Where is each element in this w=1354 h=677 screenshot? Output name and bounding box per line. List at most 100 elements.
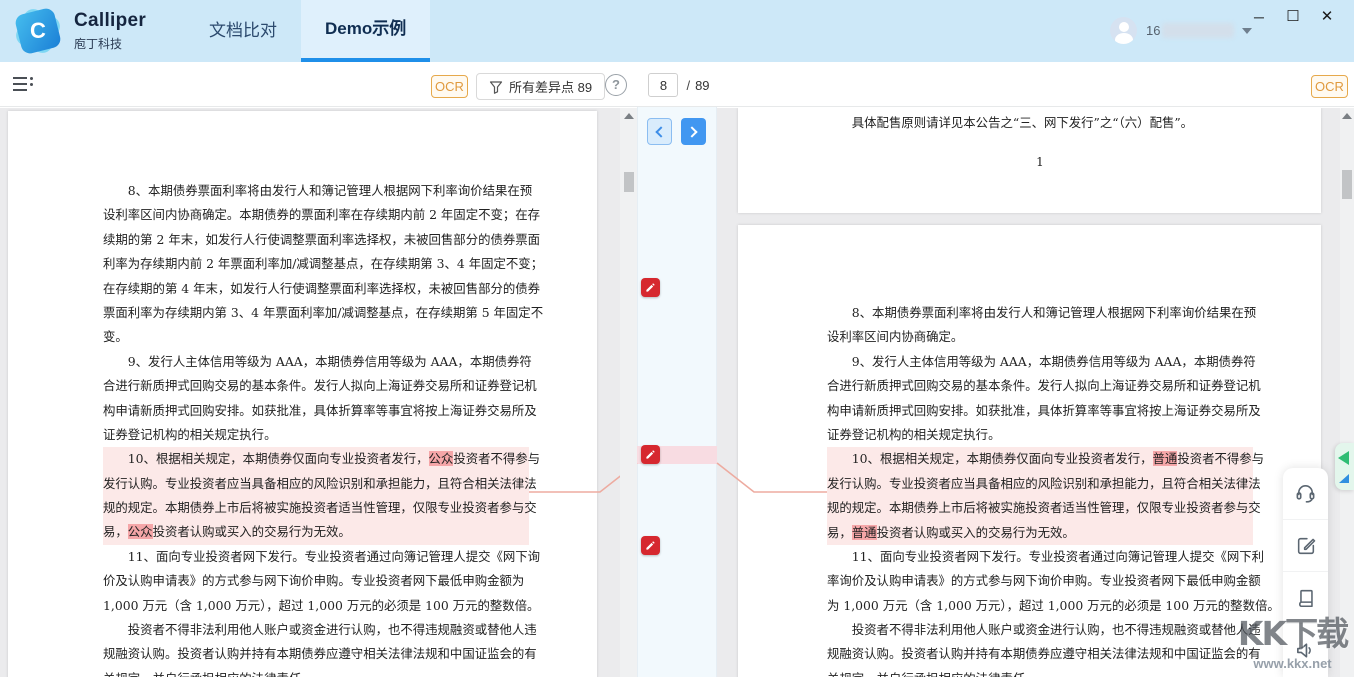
ocr-button-right[interactable]: OCR bbox=[1311, 75, 1348, 98]
ocr-button-left[interactable]: OCR bbox=[431, 75, 468, 98]
doc-line: 投资者不得非法利用他人账户或资金进行认购，也不得违规融资或替他人违 bbox=[103, 618, 529, 642]
doc-line: 8、本期债券票面利率将由发行人和簿记管理人根据网下利率询价结果在预 bbox=[103, 179, 529, 203]
doc-line: 合进行新质押式回购交易的基本条件。发行人拟向上海证券交易所和证券登记机 bbox=[103, 374, 529, 398]
left-document-panel: 8、本期债券票面利率将由发行人和簿记管理人根据网下利率询价结果在预设利率区间内协… bbox=[0, 108, 620, 677]
app-logo-icon: C bbox=[15, 8, 61, 54]
blue-corner-icon bbox=[1339, 474, 1349, 483]
doc-line: 利率为存续期内前 2 年票面利率加/减调整基点，在存续期第 3、4 年固定不变； bbox=[103, 252, 529, 276]
doc-line: 在存续期的第 4 年末，如发行人行使调整票面利率选择权，未被回售部分的债券 bbox=[103, 277, 529, 301]
window-maximize-button[interactable]: ☐ bbox=[1276, 4, 1310, 30]
diff-marker-pencil-icon[interactable] bbox=[641, 278, 660, 297]
right-document-page-1: 具体配售原则请详见本公告之“三、网下发行”之“（六）配售”。 1 bbox=[738, 108, 1321, 213]
doc-line: 规的规定。本期债券上市后将被实施投资者适当性管理，仅限专业投资者参与交 bbox=[827, 496, 1253, 520]
doc-line: 1,000 万元（含 1,000 万元），超过 1,000 万元的必须是 100… bbox=[103, 594, 529, 618]
customer-service-icon bbox=[1294, 482, 1317, 505]
brand-subtitle: 庖丁科技 bbox=[74, 35, 146, 52]
help-icon[interactable]: ? bbox=[605, 74, 627, 96]
diff-marker-pencil-icon[interactable] bbox=[641, 445, 660, 464]
floating-side-toolbar bbox=[1283, 468, 1328, 677]
diff-gutter bbox=[637, 107, 717, 677]
right-scrollbar-thumb[interactable] bbox=[1342, 170, 1352, 199]
green-arrow-icon bbox=[1338, 451, 1349, 465]
doc-line: 投资者不得非法利用他人账户或资金进行认购，也不得违规融资或替他人违 bbox=[827, 618, 1253, 642]
doc-line: 9、发行人主体信用等级为 AAA，本期债券信用等级为 AAA，本期债券符 bbox=[827, 350, 1253, 374]
tab-doc-compare[interactable]: 文档比对 bbox=[185, 0, 301, 62]
doc-line: 变。 bbox=[103, 325, 529, 349]
window-minimize-button[interactable]: ─ bbox=[1242, 4, 1276, 30]
page-total: 89 bbox=[695, 78, 709, 93]
diff-list-icon[interactable] bbox=[13, 77, 35, 93]
brand-name: Calliper bbox=[74, 10, 146, 32]
doc-line: 发行认购。专业投资者应当具备相应的风险识别和承担能力，且符合相关法律法 bbox=[827, 472, 1253, 496]
doc-line: 设利率区间内协商确定。本期债券的票面利率在存续期内前 2 年固定不变；在存 bbox=[103, 203, 529, 227]
doc-line: 合进行新质押式回购交易的基本条件。发行人拟向上海证券交易所和证券登记机 bbox=[827, 374, 1253, 398]
doc-line: 规融资认购。投资者认购并持有本期债券应遵守相关法律法规和中国证监会的有 bbox=[827, 642, 1253, 666]
diff-highlighted-word: 公众 bbox=[429, 451, 454, 466]
doc-line: 9、发行人主体信用等级为 AAA，本期债券信用等级为 AAA，本期债券符 bbox=[103, 350, 529, 374]
doc-line: 11、面向专业投资者网下发行。专业投资者通过向簿记管理人提交《网下询 bbox=[103, 545, 529, 569]
app-header: C Calliper 庖丁科技 文档比对 Demo示例 16 ─ ☐ ✕ bbox=[0, 0, 1354, 62]
logo-letter: C bbox=[15, 8, 61, 54]
doc-line: 具体配售原则请详见本公告之“三、网下发行”之“（六）配售”。 bbox=[827, 111, 1253, 135]
funnel-icon bbox=[489, 80, 503, 94]
doc-line: 设利率区间内协商确定。 bbox=[827, 325, 1253, 349]
doc-line: 发行认购。专业投资者应当具备相应的风险识别和承担能力，且符合相关法律法 bbox=[103, 472, 529, 496]
page-number-footer: 1 bbox=[827, 150, 1253, 174]
page-separator: / bbox=[686, 78, 690, 93]
doc-line: 关规定，并自行承担相应的法律责任。 bbox=[827, 667, 1253, 677]
doc-line: 率询价及认购申请表》的方式参与网下询价申购。专业投资者网下最低申购金额 bbox=[827, 569, 1253, 593]
diff-filter-button[interactable]: 所有差异点 89 bbox=[476, 73, 605, 100]
diff-highlighted-word: 普通 bbox=[1153, 451, 1178, 466]
manual-icon bbox=[1295, 587, 1317, 609]
announcement-icon bbox=[1294, 639, 1317, 662]
doc-line: 易，普通投资者认购或买入的交易行为无效。 bbox=[827, 521, 1253, 545]
right-scrollbar[interactable] bbox=[1340, 108, 1354, 677]
scroll-up-icon[interactable] bbox=[1342, 113, 1352, 119]
diff-highlighted-word: 普通 bbox=[852, 525, 877, 540]
next-diff-button[interactable] bbox=[681, 118, 706, 145]
toolbar: OCR 所有差异点 89 ? / 89 OCR bbox=[0, 62, 1354, 107]
window-close-button[interactable]: ✕ bbox=[1310, 4, 1344, 30]
user-menu[interactable]: 16 bbox=[1110, 17, 1252, 44]
tab-demo[interactable]: Demo示例 bbox=[301, 0, 430, 62]
doc-line: 10、根据相关规定，本期债券仅面向专业投资者发行，公众投资者不得参与 bbox=[103, 447, 529, 471]
doc-line: 价及认购申请表》的方式参与网下询价申购。专业投资者网下最低申购金额为 bbox=[103, 569, 529, 593]
doc-line: 证券登记机构的相关规定执行。 bbox=[827, 423, 1253, 447]
left-scrollbar-thumb[interactable] bbox=[624, 172, 634, 192]
scroll-up-icon[interactable] bbox=[624, 113, 634, 119]
doc-line: 为 1,000 万元（含 1,000 万元），超过 1,000 万元的必须是 1… bbox=[827, 594, 1253, 618]
page-number-input[interactable] bbox=[648, 73, 678, 97]
doc-line: 规融资认购。投资者认购并持有本期债券应遵守相关法律法规和中国证监会的有 bbox=[103, 642, 529, 666]
diff-filter-label: 所有差异点 89 bbox=[509, 77, 592, 96]
diff-marker-pencil-icon[interactable] bbox=[641, 536, 660, 555]
doc-line: 证券登记机构的相关规定执行。 bbox=[103, 423, 529, 447]
doc-line: 构申请新质押式回购安排。如获批准，具体折算率等事宜将按上海证券交易所及 bbox=[103, 399, 529, 423]
user-name-masked bbox=[1162, 23, 1234, 38]
doc-line: 票面利率为存续期内第 3、4 年票面利率加/减调整基点，在存续期第 5 年固定不 bbox=[103, 301, 529, 325]
right-document-panel: 具体配售原则请详见本公告之“三、网下发行”之“（六）配售”。 1 8、本期债券票面… bbox=[717, 108, 1340, 677]
edge-floating-widget[interactable] bbox=[1335, 443, 1354, 490]
user-name-prefix: 16 bbox=[1146, 23, 1160, 38]
chevron-right-icon bbox=[686, 126, 697, 137]
diff-highlighted-word: 公众 bbox=[128, 524, 153, 539]
main-tabs: 文档比对 Demo示例 bbox=[185, 0, 430, 62]
doc-line: 构申请新质押式回购安排。如获批准，具体折算率等事宜将按上海证券交易所及 bbox=[827, 399, 1253, 423]
chevron-left-icon bbox=[655, 126, 666, 137]
feedback-button[interactable] bbox=[1283, 520, 1328, 572]
right-document-page-2: 8、本期债券票面利率将由发行人和簿记管理人根据网下利率询价结果在预设利率区间内协… bbox=[738, 225, 1321, 677]
doc-line: 续期的第 2 年末，如发行人行使调整票面利率选择权，未被回售部分的债券票面 bbox=[103, 228, 529, 252]
customer-service-button[interactable] bbox=[1283, 468, 1328, 520]
feedback-icon bbox=[1295, 535, 1317, 557]
avatar bbox=[1110, 17, 1137, 44]
doc-line: 规的规定。本期债券上市后将被实施投资者适当性管理，仅限专业投资者参与交 bbox=[103, 496, 529, 520]
doc-line: 11、面向专业投资者网下发行。专业投资者通过向簿记管理人提交《网下利 bbox=[827, 545, 1253, 569]
doc-line: 关规定，并自行承担相应的法律责任。 bbox=[103, 667, 529, 677]
left-scrollbar[interactable] bbox=[620, 108, 637, 677]
announcement-button[interactable] bbox=[1283, 624, 1328, 676]
doc-line: 易，公众投资者认购或买入的交易行为无效。 bbox=[103, 520, 529, 544]
left-document-page: 8、本期债券票面利率将由发行人和簿记管理人根据网下利率询价结果在预设利率区间内协… bbox=[8, 111, 597, 677]
page-nav: / 89 bbox=[640, 73, 718, 97]
doc-line: 8、本期债券票面利率将由发行人和簿记管理人根据网下利率询价结果在预 bbox=[827, 301, 1253, 325]
prev-diff-button[interactable] bbox=[647, 118, 672, 145]
manual-button[interactable] bbox=[1283, 572, 1328, 624]
